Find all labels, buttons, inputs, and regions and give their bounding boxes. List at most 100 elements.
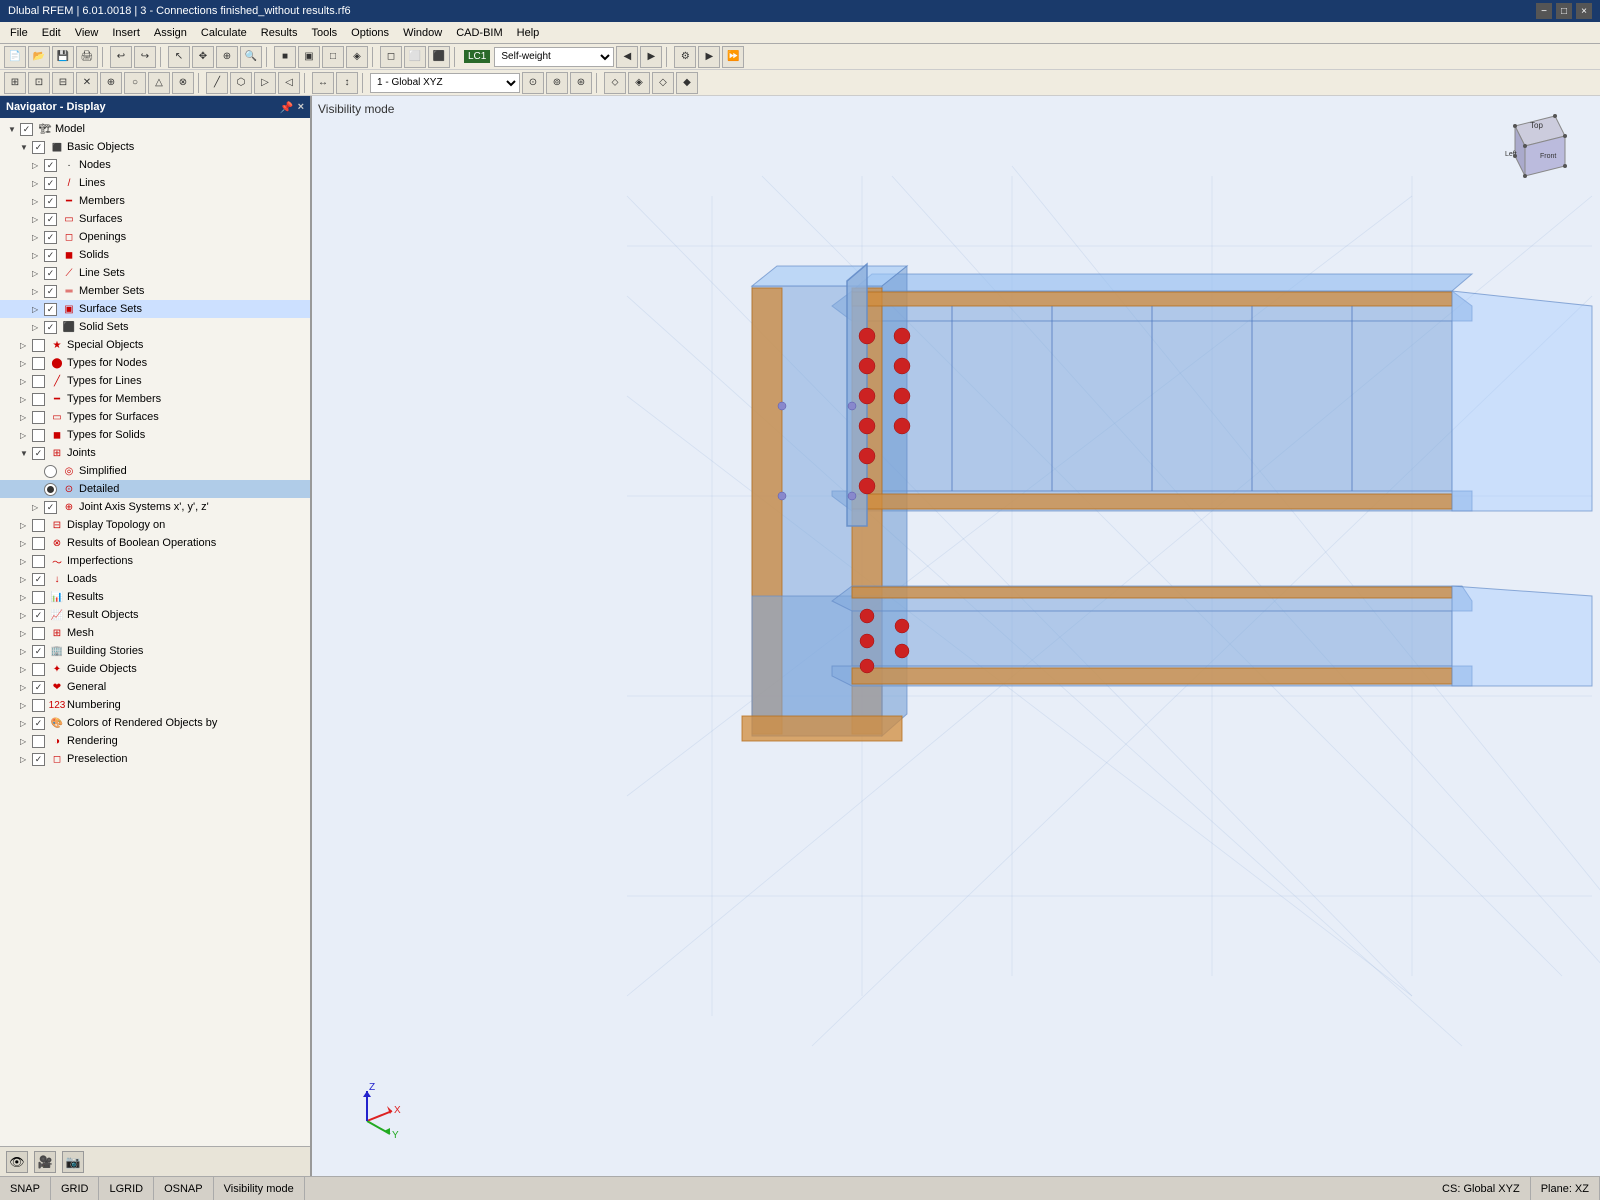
close-button[interactable]: × bbox=[1576, 3, 1592, 19]
tree-building-stories[interactable]: ▷ 🏢 Building Stories bbox=[0, 642, 310, 660]
check-members[interactable] bbox=[44, 195, 57, 208]
menu-cad-bim[interactable]: CAD-BIM bbox=[450, 25, 508, 41]
load-case-combo[interactable]: Self-weight bbox=[494, 47, 614, 67]
tb-cs3[interactable]: ⊛ bbox=[570, 72, 592, 94]
tb-calc2[interactable]: ▶ bbox=[698, 46, 720, 68]
tree-result-objects[interactable]: ▷ 📈 Result Objects bbox=[0, 606, 310, 624]
status-grid[interactable]: GRID bbox=[51, 1177, 100, 1200]
tb-select[interactable]: ↖ bbox=[168, 46, 190, 68]
tree-types-solids[interactable]: ▷ ◼ Types for Solids bbox=[0, 426, 310, 444]
tree-types-nodes[interactable]: ▷ ⬤ Types for Nodes bbox=[0, 354, 310, 372]
check-joints[interactable] bbox=[32, 447, 45, 460]
tree-basic-objects[interactable]: ▼ ⬛ Basic Objects bbox=[0, 138, 310, 156]
tb-snap7[interactable]: △ bbox=[148, 72, 170, 94]
status-lgrid[interactable]: LGRID bbox=[99, 1177, 154, 1200]
tree-types-surfaces[interactable]: ▷ ▭ Types for Surfaces bbox=[0, 408, 310, 426]
tb-snap4[interactable]: ✕ bbox=[76, 72, 98, 94]
tb-snap6[interactable]: ○ bbox=[124, 72, 146, 94]
tb-snap2[interactable]: ⊡ bbox=[28, 72, 50, 94]
nav-video-button[interactable]: 🎥 bbox=[34, 1151, 56, 1173]
tb-cs2[interactable]: ⊚ bbox=[546, 72, 568, 94]
check-model[interactable] bbox=[20, 123, 33, 136]
nav-eye-button[interactable]: 👁 bbox=[6, 1151, 28, 1173]
tree-rendering[interactable]: ▷ ◑ Rendering bbox=[0, 732, 310, 750]
tree-lines[interactable]: ▷ / Lines bbox=[0, 174, 310, 192]
check-nodes[interactable] bbox=[44, 159, 57, 172]
tree-types-lines[interactable]: ▷ ╱ Types for Lines bbox=[0, 372, 310, 390]
tb-render1[interactable]: ■ bbox=[274, 46, 296, 68]
check-imperfections[interactable] bbox=[32, 555, 45, 568]
check-member-sets[interactable] bbox=[44, 285, 57, 298]
tree-members[interactable]: ▷ ━ Members bbox=[0, 192, 310, 210]
menu-options[interactable]: Options bbox=[345, 25, 395, 41]
check-solids[interactable] bbox=[44, 249, 57, 262]
check-types-nodes[interactable] bbox=[32, 357, 45, 370]
tb-redo[interactable]: ↪ bbox=[134, 46, 156, 68]
check-surface-sets[interactable] bbox=[44, 303, 57, 316]
check-special-objects[interactable] bbox=[32, 339, 45, 352]
tree-nodes[interactable]: ▷ · Nodes bbox=[0, 156, 310, 174]
tb-draw3[interactable]: ▷ bbox=[254, 72, 276, 94]
tb-snap1[interactable]: ⊞ bbox=[4, 72, 26, 94]
nav-pin-button[interactable]: 📌 bbox=[280, 101, 294, 114]
tree-solids[interactable]: ▷ ◼ Solids bbox=[0, 246, 310, 264]
tree-member-sets[interactable]: ▷ ═ Member Sets bbox=[0, 282, 310, 300]
check-types-members[interactable] bbox=[32, 393, 45, 406]
check-bool-ops[interactable] bbox=[32, 537, 45, 550]
tb-snap3[interactable]: ⊟ bbox=[52, 72, 74, 94]
menu-help[interactable]: Help bbox=[511, 25, 546, 41]
tree-types-members[interactable]: ▷ ━ Types for Members bbox=[0, 390, 310, 408]
menu-view[interactable]: View bbox=[69, 25, 105, 41]
check-surfaces[interactable] bbox=[44, 213, 57, 226]
viewport[interactable]: Visibility mode .grid-l { stroke: rgba(1… bbox=[312, 96, 1600, 1176]
status-osnap[interactable]: OSNAP bbox=[154, 1177, 214, 1200]
check-openings[interactable] bbox=[44, 231, 57, 244]
tb-render4[interactable]: ◈ bbox=[346, 46, 368, 68]
menu-file[interactable]: File bbox=[4, 25, 34, 41]
menu-results[interactable]: Results bbox=[255, 25, 304, 41]
check-guide-objects[interactable] bbox=[32, 663, 45, 676]
check-display-topology[interactable] bbox=[32, 519, 45, 532]
tb-view2[interactable]: ⬜ bbox=[404, 46, 426, 68]
nav-header-controls[interactable]: 📌 × bbox=[280, 101, 304, 114]
minimize-button[interactable]: − bbox=[1536, 3, 1552, 19]
tree-special-objects[interactable]: ▷ ★ Special Objects bbox=[0, 336, 310, 354]
tb-snap8[interactable]: ⊗ bbox=[172, 72, 194, 94]
menu-tools[interactable]: Tools bbox=[305, 25, 343, 41]
tb-zoom-in[interactable]: 🔍 bbox=[240, 46, 262, 68]
tree-results[interactable]: ▷ 📊 Results bbox=[0, 588, 310, 606]
check-lines[interactable] bbox=[44, 177, 57, 190]
tb-undo[interactable]: ↩ bbox=[110, 46, 132, 68]
check-result-objects[interactable] bbox=[32, 609, 45, 622]
tree-bool-ops[interactable]: ▷ ⊗ Results of Boolean Operations bbox=[0, 534, 310, 552]
check-solid-sets[interactable] bbox=[44, 321, 57, 334]
tb-model3[interactable]: ◇ bbox=[652, 72, 674, 94]
tb-model4[interactable]: ◆ bbox=[676, 72, 698, 94]
tb-view1[interactable]: ◻ bbox=[380, 46, 402, 68]
tree-surface-sets[interactable]: ▷ ▣ Surface Sets bbox=[0, 300, 310, 318]
tb-draw2[interactable]: ⬡ bbox=[230, 72, 252, 94]
check-types-surfaces[interactable] bbox=[32, 411, 45, 424]
menu-calculate[interactable]: Calculate bbox=[195, 25, 253, 41]
tb-calc1[interactable]: ⚙ bbox=[674, 46, 696, 68]
tb-zoom-all[interactable]: ⊕ bbox=[216, 46, 238, 68]
nav-close-button[interactable]: × bbox=[298, 101, 304, 114]
coord-system-combo[interactable]: 1 - Global XYZ bbox=[370, 73, 520, 93]
tb-calc3[interactable]: ⏩ bbox=[722, 46, 744, 68]
tree-numbering[interactable]: ▷ 123 Numbering bbox=[0, 696, 310, 714]
tree-openings[interactable]: ▷ ◻ Openings bbox=[0, 228, 310, 246]
check-types-lines[interactable] bbox=[32, 375, 45, 388]
check-mesh[interactable] bbox=[32, 627, 45, 640]
menu-assign[interactable]: Assign bbox=[148, 25, 193, 41]
tb-prev-lc[interactable]: ◀ bbox=[616, 46, 638, 68]
tree-imperfections[interactable]: ▷ 〜 Imperfections bbox=[0, 552, 310, 570]
status-snap[interactable]: SNAP bbox=[0, 1177, 51, 1200]
tb-move[interactable]: ✥ bbox=[192, 46, 214, 68]
radio-simplified[interactable] bbox=[44, 465, 57, 478]
tb-render3[interactable]: □ bbox=[322, 46, 344, 68]
window-controls[interactable]: − □ × bbox=[1536, 3, 1592, 19]
tb-print[interactable]: 🖨 bbox=[76, 46, 98, 68]
tb-new[interactable]: 📄 bbox=[4, 46, 26, 68]
tb-draw1[interactable]: ╱ bbox=[206, 72, 228, 94]
tb-model2[interactable]: ◈ bbox=[628, 72, 650, 94]
